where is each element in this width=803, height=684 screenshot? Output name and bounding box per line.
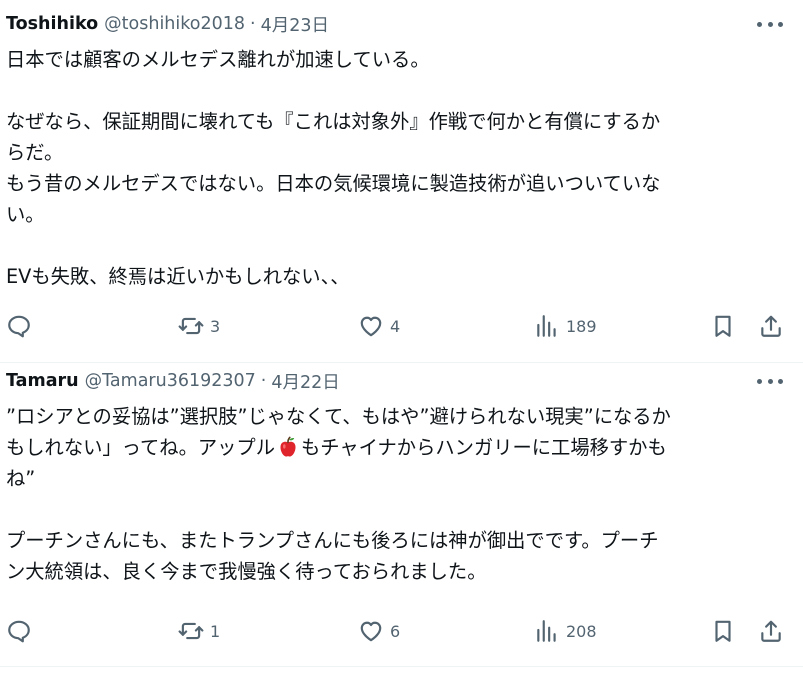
tweet-header: Toshihiko @toshihiko2018 · 4月23日 <box>6 12 329 36</box>
author-name[interactable]: Toshihiko <box>6 14 98 34</box>
tweet-actions: 3 4 189 <box>6 312 788 340</box>
author-name[interactable]: Tamaru <box>6 371 79 391</box>
retweet-count: 1 <box>210 621 221 641</box>
view-count: 208 <box>566 621 597 641</box>
reply-button[interactable] <box>6 617 38 645</box>
like-button[interactable]: 6 <box>358 617 400 645</box>
retweet-button[interactable]: 3 <box>178 312 220 340</box>
bookmark-icon <box>715 620 731 642</box>
share-button[interactable] <box>758 312 784 340</box>
views-bar-chart-icon <box>537 315 556 337</box>
heart-icon <box>360 621 382 642</box>
like-count: 4 <box>390 316 401 336</box>
share-icon <box>761 620 781 642</box>
bookmark-button[interactable] <box>710 312 736 340</box>
bookmark-button[interactable] <box>710 617 736 645</box>
tweet-actions: 1 6 208 <box>6 617 788 645</box>
author-handle[interactable]: @toshihiko2018 <box>104 14 245 34</box>
views-button[interactable]: 189 <box>534 312 597 340</box>
like-count: 6 <box>390 621 401 641</box>
like-button[interactable]: 4 <box>358 312 400 340</box>
retweet-icon <box>178 317 204 335</box>
retweet-icon <box>178 622 204 640</box>
separator: · <box>250 14 256 34</box>
heart-icon <box>360 316 382 337</box>
views-button[interactable]: 208 <box>534 617 597 645</box>
more-horizontal-icon[interactable] <box>757 371 783 391</box>
author-handle[interactable]: @Tamaru36192307 <box>85 371 256 391</box>
reply-icon <box>8 620 30 643</box>
tweet-text: ”ロシアとの妥協は”選択肢”じゃなくて、もはや”避けられない現実”になるか もし… <box>6 401 791 587</box>
share-button[interactable] <box>758 617 784 645</box>
view-count: 189 <box>566 316 597 336</box>
tweet-header: Tamaru @Tamaru36192307 · 4月22日 <box>6 369 340 393</box>
reply-button[interactable] <box>6 312 38 340</box>
separator: · <box>260 371 267 391</box>
retweet-button[interactable]: 1 <box>178 617 220 645</box>
share-icon <box>761 315 781 337</box>
reply-icon <box>8 315 30 338</box>
retweet-count: 3 <box>210 316 221 336</box>
tweet[interactable]: Tamaru @Tamaru36192307 · 4月22日 ”ロシアとの妥協は… <box>0 363 803 667</box>
views-bar-chart-icon <box>537 620 556 642</box>
tweet-text: 日本では顧客のメルセデス離れが加速している。 なぜなら、保証期間に壊れても『これ… <box>6 48 661 288</box>
apple-emoji: 🍎 <box>278 436 298 458</box>
tweet-date[interactable]: 4月23日 <box>261 12 329 37</box>
more-horizontal-icon[interactable] <box>757 14 783 34</box>
tweet[interactable]: Toshihiko @toshihiko2018 · 4月23日 日本では顧客の… <box>0 0 803 363</box>
tweet-date[interactable]: 4月22日 <box>271 369 339 394</box>
bookmark-icon <box>715 315 731 337</box>
